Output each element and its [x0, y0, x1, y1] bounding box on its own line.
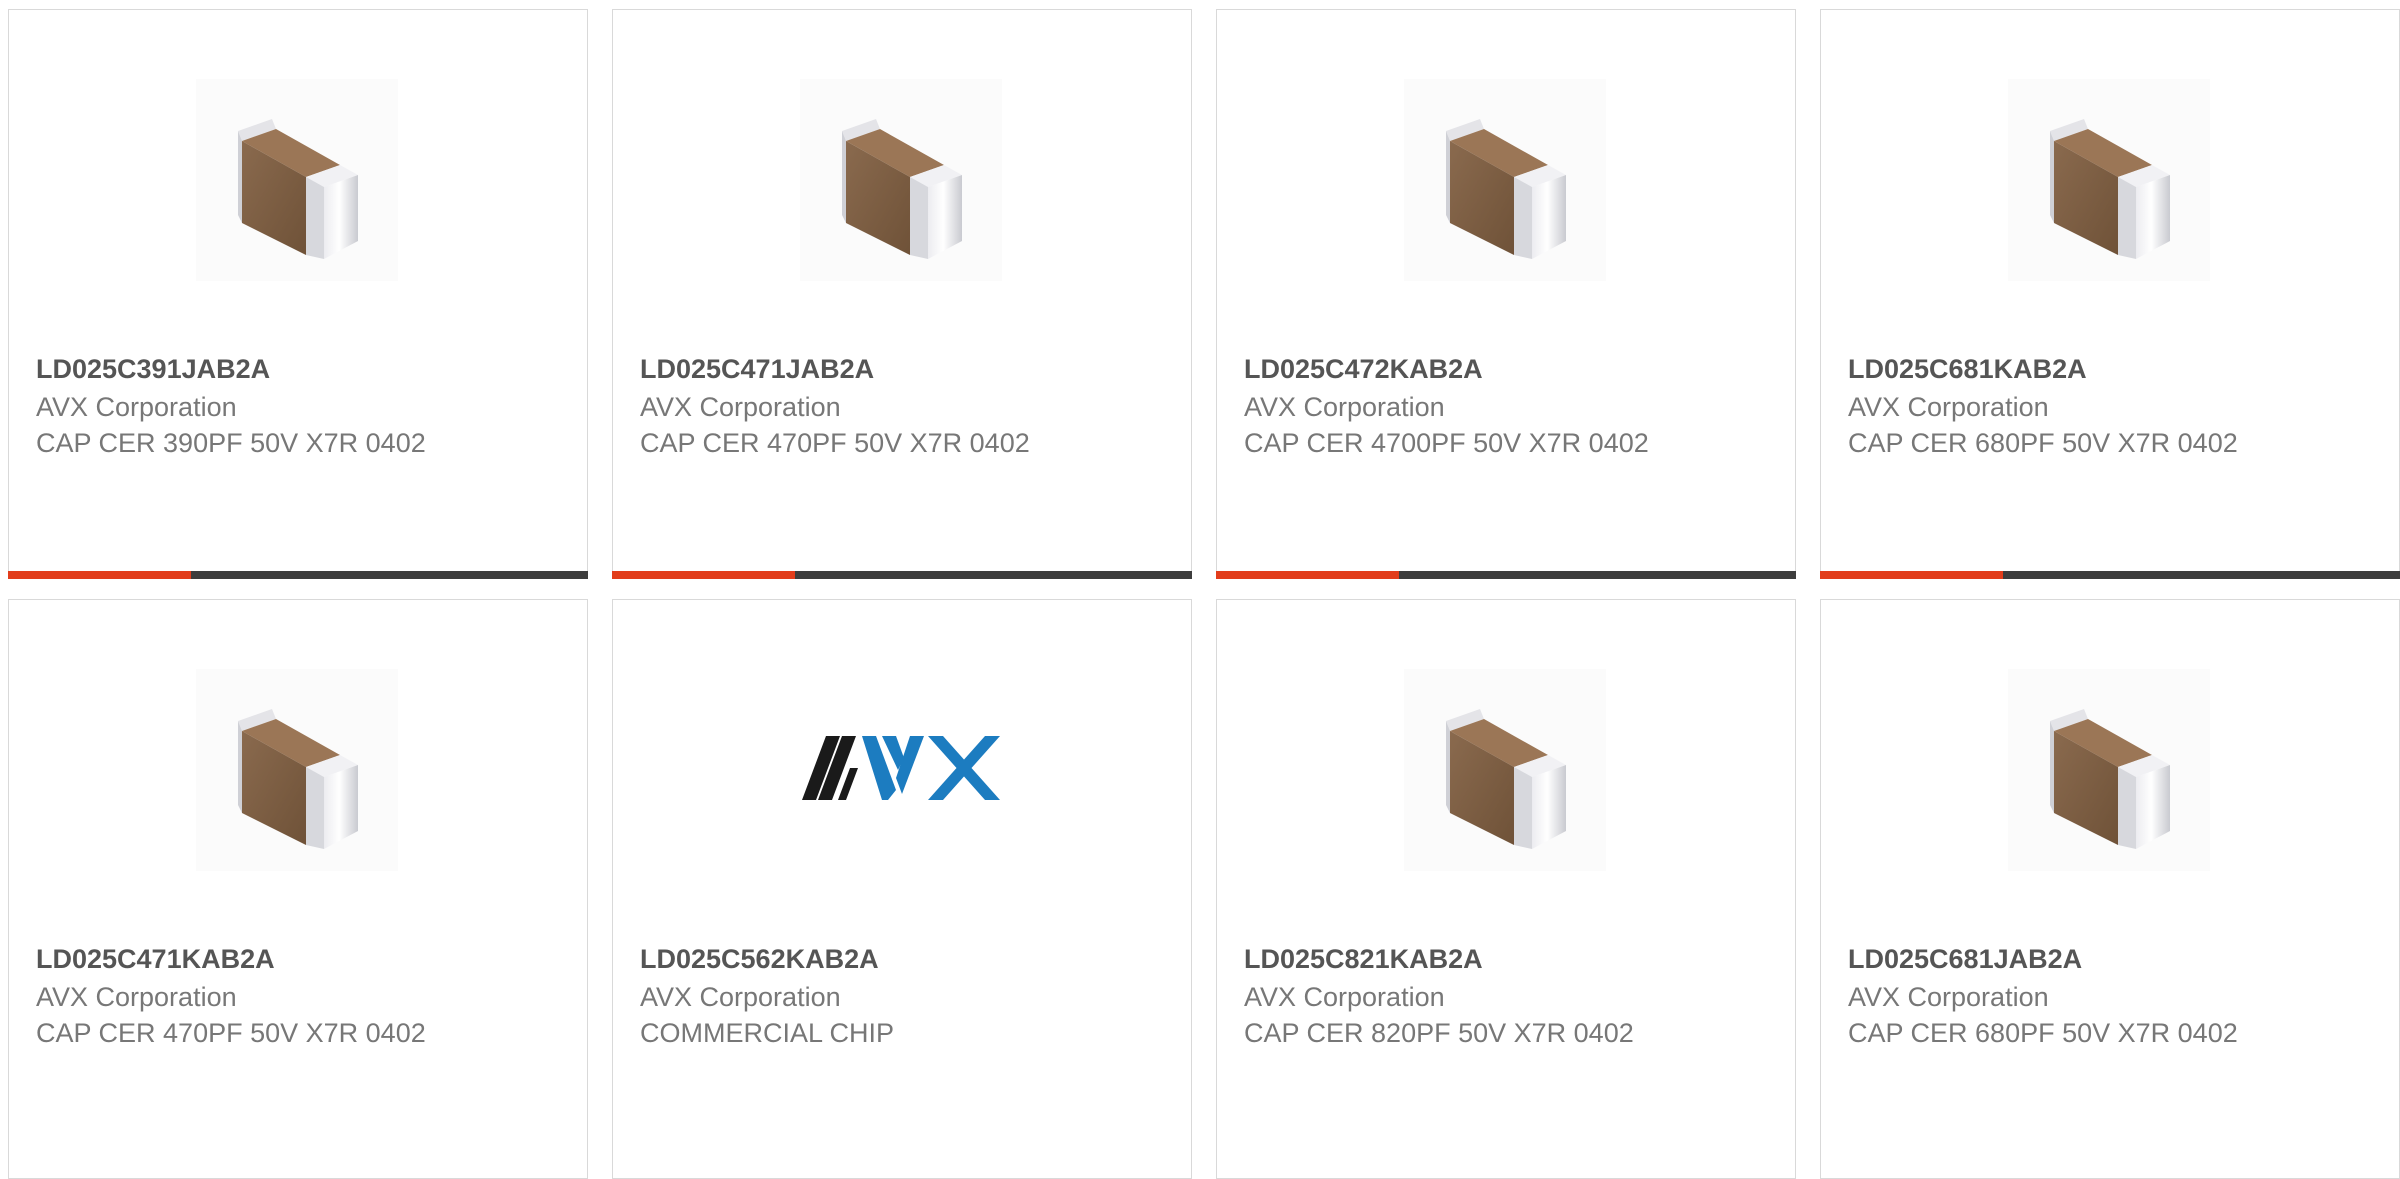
product-card[interactable]: LD025C471KAB2A AVX Corporation CAP CER 4…	[8, 599, 588, 1179]
card-accent-bar	[1216, 571, 1796, 579]
manufacturer: AVX Corporation	[36, 392, 237, 422]
product-grid: LD025C391JAB2A AVX Corporation CAP CER 3…	[0, 0, 2400, 1179]
part-number[interactable]: LD025C821KAB2A	[1244, 944, 1483, 975]
product-image-capacitor-icon	[1404, 79, 1606, 281]
product-card[interactable]: LD025C391JAB2A AVX Corporation CAP CER 3…	[8, 9, 588, 579]
manufacturer: AVX Corporation	[1848, 392, 2049, 422]
part-number[interactable]: LD025C681KAB2A	[1848, 354, 2087, 385]
description: CAP CER 680PF 50V X7R 0402	[1848, 428, 2238, 458]
avx-logo-icon	[800, 669, 1002, 871]
description: CAP CER 680PF 50V X7R 0402	[1848, 1018, 2238, 1048]
product-image-capacitor-icon	[800, 79, 1002, 281]
product-card[interactable]: LD025C471JAB2A AVX Corporation CAP CER 4…	[612, 9, 1192, 579]
manufacturer: AVX Corporation	[36, 982, 237, 1012]
manufacturer: AVX Corporation	[1244, 982, 1445, 1012]
part-number[interactable]: LD025C471KAB2A	[36, 944, 275, 975]
card-accent-bar	[8, 571, 588, 579]
card-accent-bar	[1820, 571, 2400, 579]
part-number[interactable]: LD025C391JAB2A	[36, 354, 270, 385]
product-card[interactable]: LD025C681JAB2A AVX Corporation CAP CER 6…	[1820, 599, 2400, 1179]
description: CAP CER 4700PF 50V X7R 0402	[1244, 428, 1649, 458]
part-number[interactable]: LD025C681JAB2A	[1848, 944, 2082, 975]
description: CAP CER 390PF 50V X7R 0402	[36, 428, 426, 458]
description: COMMERCIAL CHIP	[640, 1018, 895, 1048]
manufacturer: AVX Corporation	[640, 982, 841, 1012]
product-image-capacitor-icon	[2008, 79, 2210, 281]
product-card[interactable]: LD025C681KAB2A AVX Corporation CAP CER 6…	[1820, 9, 2400, 579]
product-card[interactable]: LD025C821KAB2A AVX Corporation CAP CER 8…	[1216, 599, 1796, 1179]
part-number[interactable]: LD025C471JAB2A	[640, 354, 874, 385]
description: CAP CER 820PF 50V X7R 0402	[1244, 1018, 1634, 1048]
manufacturer: AVX Corporation	[1244, 392, 1445, 422]
description: CAP CER 470PF 50V X7R 0402	[36, 1018, 426, 1048]
manufacturer: AVX Corporation	[640, 392, 841, 422]
product-image-capacitor-icon	[1404, 669, 1606, 871]
product-image-capacitor-icon	[2008, 669, 2210, 871]
product-card[interactable]: LD025C562KAB2A AVX Corporation COMMERCIA…	[612, 599, 1192, 1179]
product-card[interactable]: LD025C472KAB2A AVX Corporation CAP CER 4…	[1216, 9, 1796, 579]
manufacturer: AVX Corporation	[1848, 982, 2049, 1012]
product-image-capacitor-icon	[196, 79, 398, 281]
card-accent-bar	[612, 571, 1192, 579]
part-number[interactable]: LD025C472KAB2A	[1244, 354, 1483, 385]
part-number[interactable]: LD025C562KAB2A	[640, 944, 879, 975]
description: CAP CER 470PF 50V X7R 0402	[640, 428, 1030, 458]
product-image-capacitor-icon	[196, 669, 398, 871]
